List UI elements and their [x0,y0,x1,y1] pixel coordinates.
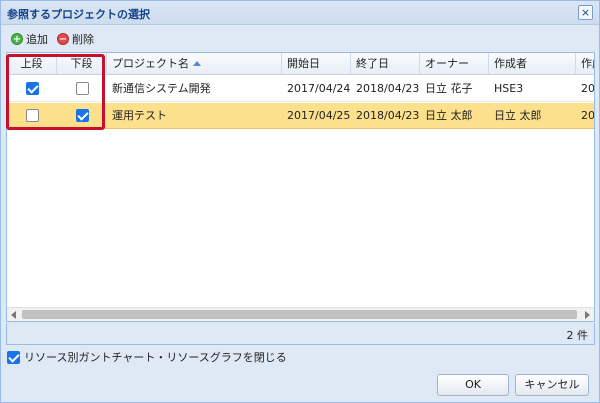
add-button-label: 追加 [26,33,48,46]
project-grid: 上段 下段 プロジェクト名 開始日 終了日 オーナー 作成者 作成 新通信システ… [6,52,595,322]
lower-checkbox[interactable] [76,109,89,122]
column-header-creator[interactable]: 作成者 [489,53,576,75]
column-header-start-date[interactable]: 開始日 [282,53,351,75]
scroll-left-icon[interactable] [11,311,16,319]
creator-cell: 日立 太郎 [494,109,542,122]
close-charts-label: リソース別ガントチャート・リソースグラフを閉じる [24,351,287,364]
column-header-end-date[interactable]: 終了日 [351,53,420,75]
dialog-titlebar: 参照するプロジェクトの選択 × [1,1,599,25]
upper-checkbox[interactable] [26,109,39,122]
column-header-owner[interactable]: オーナー [420,53,489,75]
scrollbar-thumb[interactable] [22,310,577,319]
project-name-cell: 新通信システム開発 [112,82,211,95]
close-charts-option[interactable]: リソース別ガントチャート・リソースグラフを閉じる [7,349,287,365]
creator-cell: HSE3 [494,82,524,95]
owner-cell: 日立 花子 [425,82,473,95]
created-cell: 202 [581,82,595,95]
column-header-created[interactable]: 作成 [576,53,594,75]
grid-header: 上段 下段 プロジェクト名 開始日 終了日 オーナー 作成者 作成 [7,53,594,75]
table-row-selected[interactable]: 運用テスト 2017/04/25 2018/04/23 日立 太郎 日立 太郎 … [7,103,595,129]
horizontal-scrollbar[interactable] [7,307,594,321]
record-count: 2 件 [566,329,589,342]
dialog-title: 参照するプロジェクトの選択 [7,8,150,21]
owner-cell: 日立 太郎 [425,109,473,122]
plus-circle-icon: + [11,33,23,45]
sort-asc-icon [193,61,201,66]
upper-checkbox[interactable] [26,82,39,95]
start-date-cell: 2017/04/25 [287,109,351,122]
project-select-dialog: 参照するプロジェクトの選択 × + 追加 − 削除 上段 下段 プロジェクト名 … [0,0,600,403]
close-icon[interactable]: × [578,5,593,20]
toolbar: + 追加 − 削除 [1,26,599,50]
column-header-project-name-label: プロジェクト名 [112,57,189,70]
column-header-project-name[interactable]: プロジェクト名 [107,53,282,75]
delete-button[interactable]: − 削除 [57,31,94,47]
lower-checkbox[interactable] [76,82,89,95]
column-header-lower[interactable]: 下段 [57,53,107,75]
delete-button-label: 削除 [72,33,94,46]
add-button[interactable]: + 追加 [11,31,48,47]
start-date-cell: 2017/04/24 [287,82,351,95]
grid-footer: 2 件 [6,323,595,345]
table-row[interactable]: 新通信システム開発 2017/04/24 2018/04/23 日立 花子 HS… [7,76,595,102]
scroll-right-icon[interactable] [585,311,590,319]
end-date-cell: 2018/04/23 [356,109,420,122]
project-name-cell: 運用テスト [112,109,167,122]
close-charts-checkbox[interactable] [7,350,20,364]
ok-button[interactable]: OK [437,374,509,396]
column-header-upper[interactable]: 上段 [7,53,57,75]
minus-circle-icon: − [57,33,69,45]
end-date-cell: 2018/04/23 [356,82,420,95]
created-cell: 201 [581,109,595,122]
cancel-button[interactable]: キャンセル [515,374,589,396]
